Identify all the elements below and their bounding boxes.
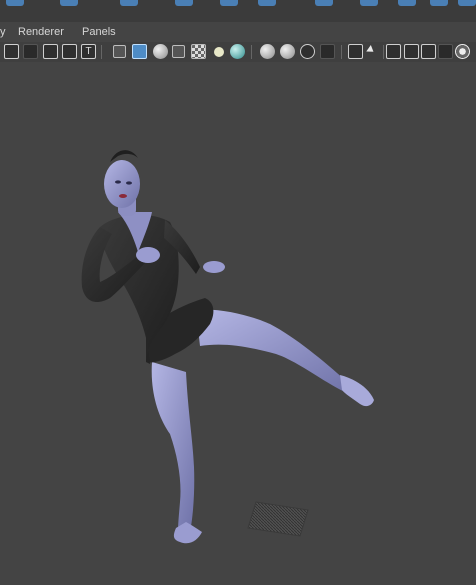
ambient-occlusion-ball-icon[interactable]: [280, 44, 295, 59]
anti-alias-icon[interactable]: [320, 44, 335, 59]
toolbar-divider: [383, 45, 384, 59]
3d-viewport[interactable]: [0, 62, 476, 585]
shelf-button-icon[interactable]: [430, 0, 448, 6]
shelf-button-icon[interactable]: [258, 0, 276, 6]
posed-character-render[interactable]: [0, 62, 476, 585]
lighting-teal-icon[interactable]: [230, 44, 245, 59]
wireframe-cube-icon[interactable]: [113, 45, 126, 58]
shade-half-icon[interactable]: [153, 44, 168, 59]
shelf-button-icon[interactable]: [6, 0, 24, 6]
shelf-button-icon[interactable]: [458, 0, 476, 6]
eye: [115, 180, 121, 184]
text-icon[interactable]: T: [81, 44, 96, 59]
lips: [119, 194, 127, 198]
xray-icon[interactable]: [386, 44, 401, 59]
kicking-leg: [196, 309, 350, 394]
smooth-shade-cube-icon[interactable]: [132, 44, 147, 59]
shelf-button-icon[interactable]: [120, 0, 138, 6]
checker-texture-icon[interactable]: [191, 44, 206, 59]
film-gate-icon[interactable]: [62, 44, 77, 59]
toolbar-blank-icon[interactable]: [438, 44, 453, 59]
standing-foot: [173, 522, 202, 544]
shelf-button-icon[interactable]: [398, 0, 416, 6]
lock-camera-icon[interactable]: [23, 44, 38, 59]
isolate-select-icon[interactable]: [348, 44, 363, 59]
shelf-button-icon[interactable]: [175, 0, 193, 6]
toolbar-divider: [341, 45, 342, 59]
cursor-select-icon[interactable]: [365, 44, 380, 59]
gear-icon[interactable]: [455, 44, 470, 59]
shelf-strip: [0, 0, 476, 22]
menu-edge-fragment[interactable]: y: [0, 26, 6, 38]
grid-icon[interactable]: [43, 44, 58, 59]
xray-joints-icon[interactable]: [404, 44, 419, 59]
xray-active-icon[interactable]: [421, 44, 436, 59]
shelf-button-icon[interactable]: [360, 0, 378, 6]
textured-cube-icon[interactable]: [172, 45, 185, 58]
panel-menubar: y Renderer Panels: [0, 22, 476, 42]
floor-grid-patch: [247, 501, 309, 537]
motion-blur-icon[interactable]: [300, 44, 315, 59]
panel-toolbar: T: [0, 42, 476, 63]
standing-leg: [151, 362, 195, 532]
toolbar-divider: [251, 45, 252, 59]
menu-renderer[interactable]: Renderer: [18, 26, 64, 38]
select-camera-icon[interactable]: [4, 44, 19, 59]
head: [104, 160, 140, 208]
shadow-ball-icon[interactable]: [260, 44, 275, 59]
kicking-foot: [340, 375, 374, 407]
shelf-button-icon[interactable]: [60, 0, 78, 6]
extended-hand: [203, 261, 225, 273]
menu-panels[interactable]: Panels: [82, 26, 116, 38]
light-bulb-icon[interactable]: [214, 47, 224, 57]
shelf-button-icon[interactable]: [315, 0, 333, 6]
shelf-button-icon[interactable]: [220, 0, 238, 6]
toolbar-divider: [101, 45, 102, 59]
chest-hand: [136, 247, 160, 263]
eye: [126, 181, 132, 185]
